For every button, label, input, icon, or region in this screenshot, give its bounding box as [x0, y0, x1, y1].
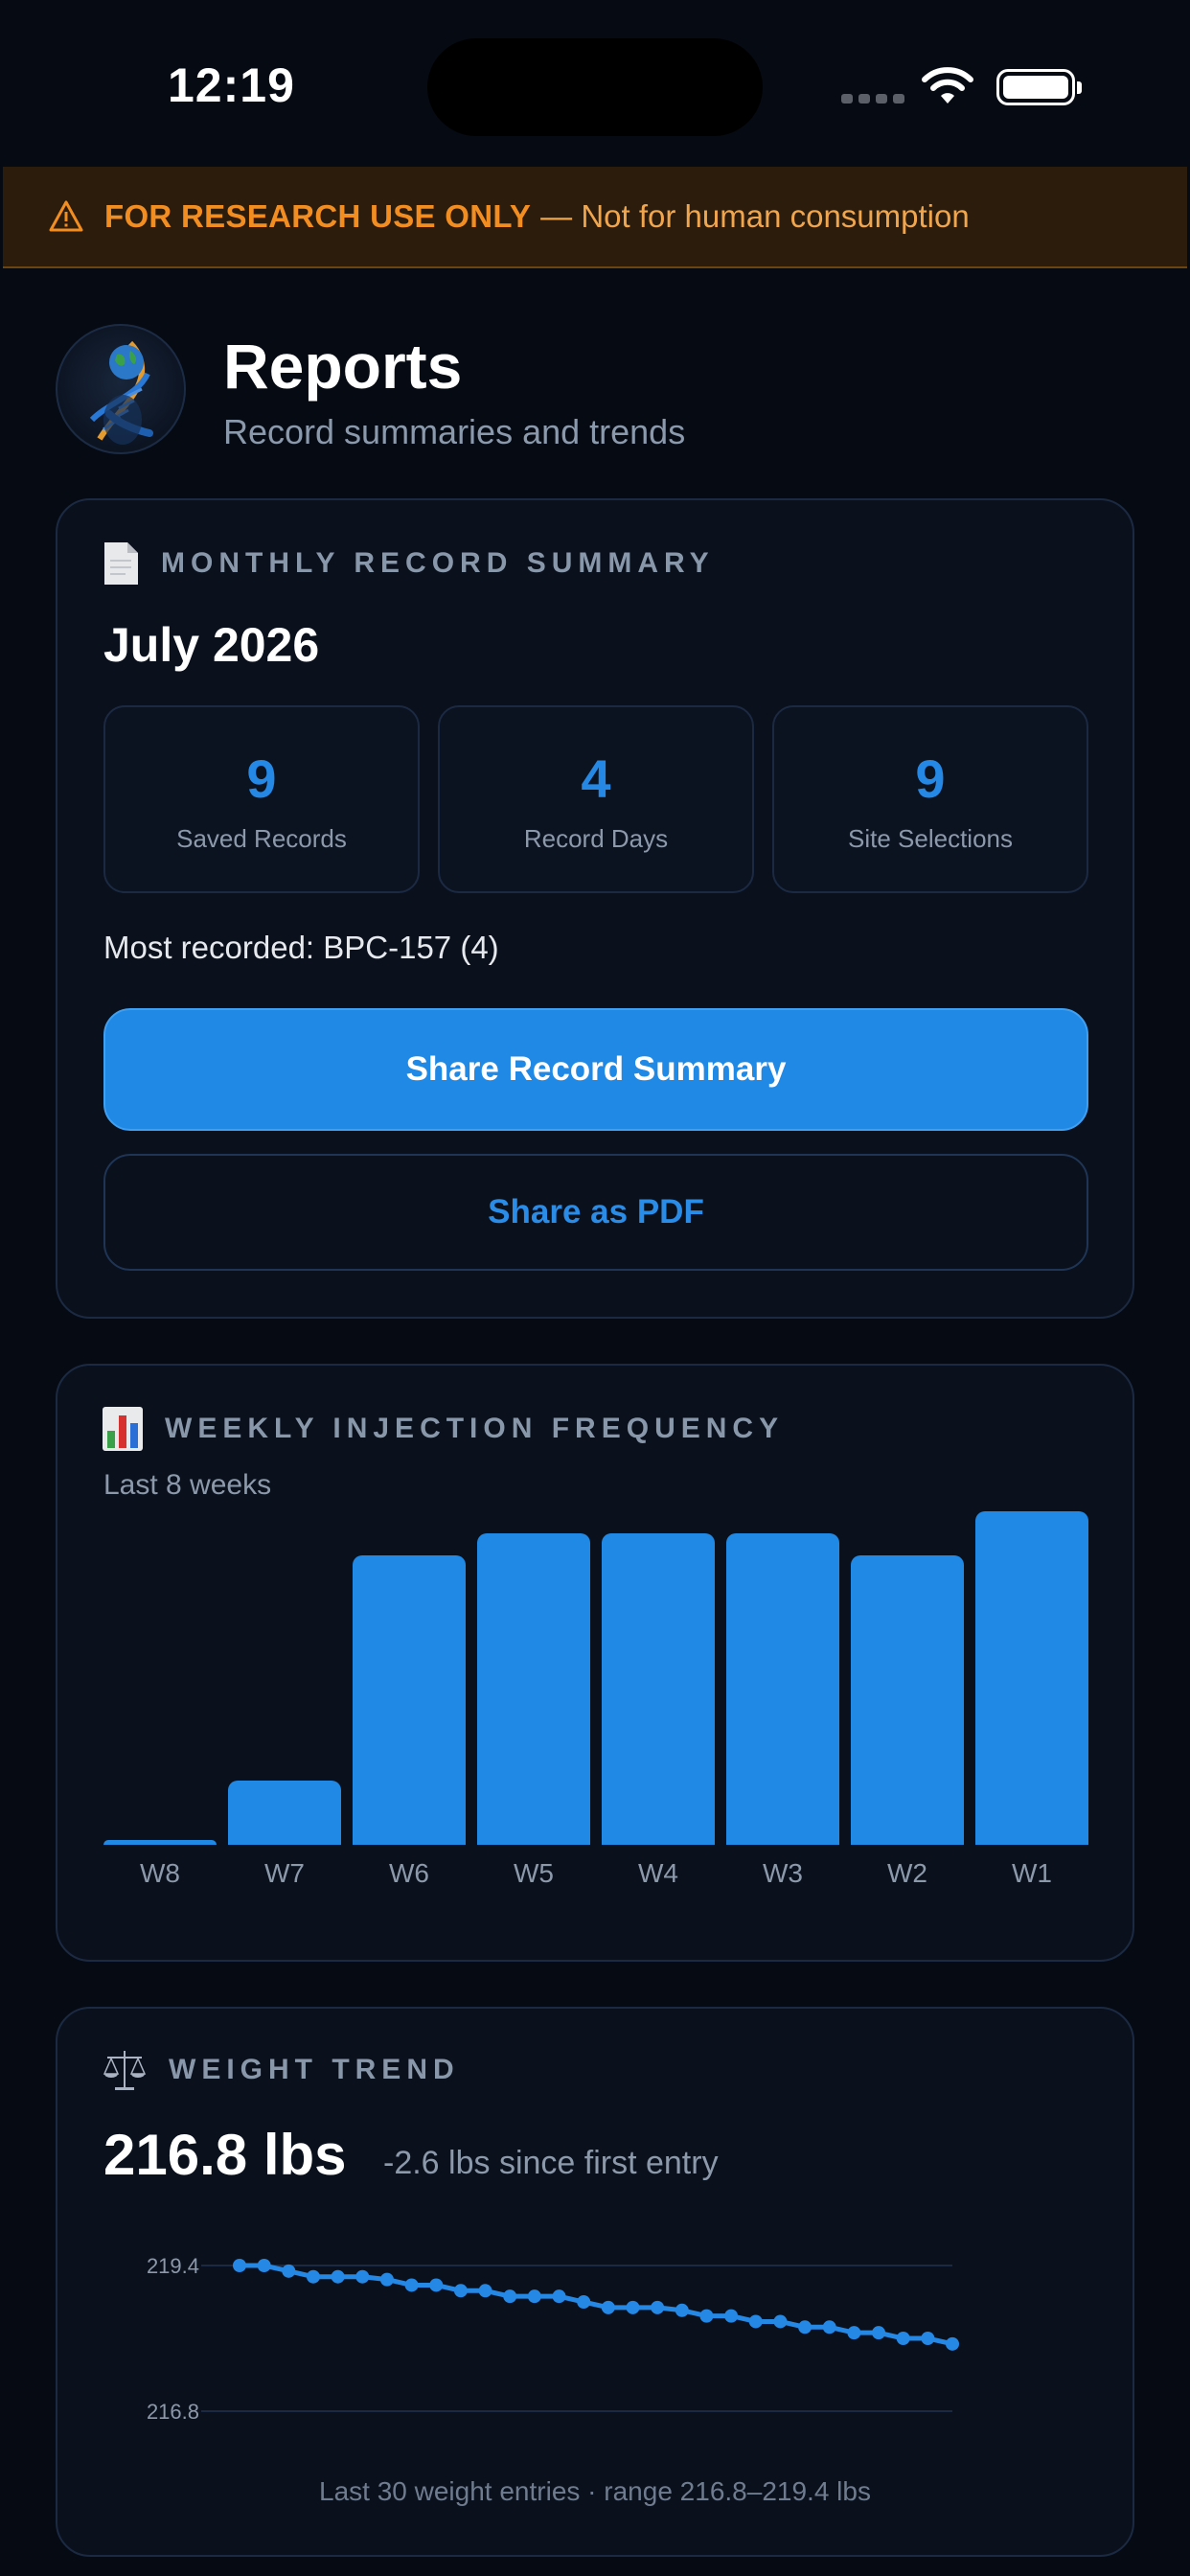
warning-text: — Not for human consumption: [540, 198, 970, 234]
weight-point: [233, 2259, 246, 2272]
warning-strong-text: FOR RESEARCH USE ONLY: [104, 198, 532, 234]
weight-point: [822, 2320, 836, 2334]
weight-point: [306, 2269, 320, 2284]
battery-icon: [996, 69, 1082, 105]
bar-label: W7: [264, 1858, 305, 1888]
stat-value: 4: [581, 748, 611, 809]
bar-label: W5: [514, 1858, 554, 1888]
weight-point: [724, 2309, 739, 2323]
most-recorded-text: Most recorded: BPC-157 (4): [103, 930, 499, 965]
weight-point: [896, 2332, 910, 2345]
y-tick-label: 216.8: [147, 2400, 199, 2424]
stat-value: 9: [246, 748, 277, 809]
bar-w6: [353, 1555, 466, 1845]
bar-label: W4: [638, 1858, 678, 1888]
weight-point: [921, 2332, 935, 2345]
bar-label: W3: [763, 1858, 803, 1888]
card-heading: MONTHLY RECORD SUMMARY: [161, 547, 715, 579]
stat-record-days: 4 Record Days: [438, 705, 754, 893]
stat-site-selections: 9 Site Selections: [772, 705, 1088, 893]
bar-w8: [103, 1840, 217, 1845]
weight-point: [379, 2272, 394, 2287]
weekly-frequency-card: WEEKLY INJECTION FREQUENCY Last 8 weeks …: [56, 1364, 1134, 1962]
research-warning-banner: FOR RESEARCH USE ONLY — Not for human co…: [3, 167, 1187, 268]
cellular-signal-icon: [841, 94, 904, 104]
weight-series-line: [240, 2263, 953, 2347]
bar-w1: [975, 1511, 1088, 1845]
page-title: Reports: [223, 331, 463, 402]
summary-month: July 2026: [103, 618, 320, 672]
wifi-icon: [922, 67, 973, 104]
weight-point: [453, 2284, 468, 2298]
weight-point: [601, 2300, 615, 2314]
weight-point: [257, 2259, 271, 2272]
weight-point: [651, 2300, 665, 2314]
weight-point: [503, 2289, 517, 2304]
weight-point: [527, 2289, 541, 2304]
stat-label: Record Days: [523, 824, 669, 853]
weight-point: [282, 2264, 296, 2278]
weight-point: [872, 2326, 886, 2340]
warning-icon: [49, 200, 83, 232]
weight-point: [404, 2278, 419, 2292]
status-time: 12:19: [168, 58, 295, 112]
bar-label: W6: [389, 1858, 429, 1888]
bar-chart-icon: [103, 1407, 143, 1451]
weight-point: [847, 2326, 861, 2340]
weight-point: [577, 2295, 591, 2309]
monthly-summary-card: MONTHLY RECORD SUMMARY July 2026 9 Saved…: [56, 498, 1134, 1319]
weight-chart-note: Last 30 weight entries · range 216.8–219…: [319, 2476, 871, 2506]
bar-w2: [851, 1555, 964, 1845]
card-header: MONTHLY RECORD SUMMARY: [102, 540, 715, 586]
stat-label: Site Selections: [848, 824, 1013, 853]
share-as-pdf-button[interactable]: Share as PDF: [103, 1154, 1088, 1271]
dynamic-island: [427, 38, 763, 136]
bar-w7: [228, 1780, 341, 1845]
weight-point: [675, 2303, 689, 2317]
weight-point: [552, 2289, 566, 2304]
stat-saved-records: 9 Saved Records: [103, 705, 420, 893]
card-heading: WEEKLY INJECTION FREQUENCY: [165, 1413, 785, 1444]
share-record-summary-button[interactable]: Share Record Summary: [103, 1008, 1088, 1131]
weight-point: [331, 2269, 345, 2284]
weight-point: [748, 2314, 763, 2329]
bar-label: W8: [140, 1858, 180, 1888]
y-tick-label: 219.4: [147, 2254, 199, 2278]
bar-w3: [726, 1533, 839, 1845]
weight-point: [798, 2320, 812, 2334]
page-subtitle: Record summaries and trends: [223, 412, 686, 451]
weight-trend-card: WEIGHT TREND 216.8 lbs -2.6 lbs since fi…: [56, 2007, 1134, 2557]
weight-point: [699, 2309, 714, 2323]
document-icon: [104, 542, 138, 585]
chart-subtitle: Last 8 weeks: [103, 1469, 272, 1501]
weight-point: [478, 2284, 492, 2298]
bar-w4: [602, 1533, 715, 1845]
stat-label: Saved Records: [176, 824, 347, 853]
weight-point: [355, 2269, 370, 2284]
status-bar: 12:19: [0, 0, 1190, 163]
weight-point: [429, 2278, 444, 2292]
stat-value: 9: [915, 748, 946, 809]
weight-point: [626, 2300, 640, 2314]
bar-w5: [477, 1533, 590, 1845]
page-header: Reports Record summaries and trends: [56, 324, 1138, 458]
weight-point: [773, 2314, 788, 2329]
bar-label: W2: [887, 1858, 927, 1888]
app-logo: [56, 324, 186, 454]
card-header: WEEKLY INJECTION FREQUENCY: [102, 1406, 784, 1452]
weight-point: [946, 2336, 959, 2351]
bar-label: W1: [1012, 1858, 1052, 1888]
